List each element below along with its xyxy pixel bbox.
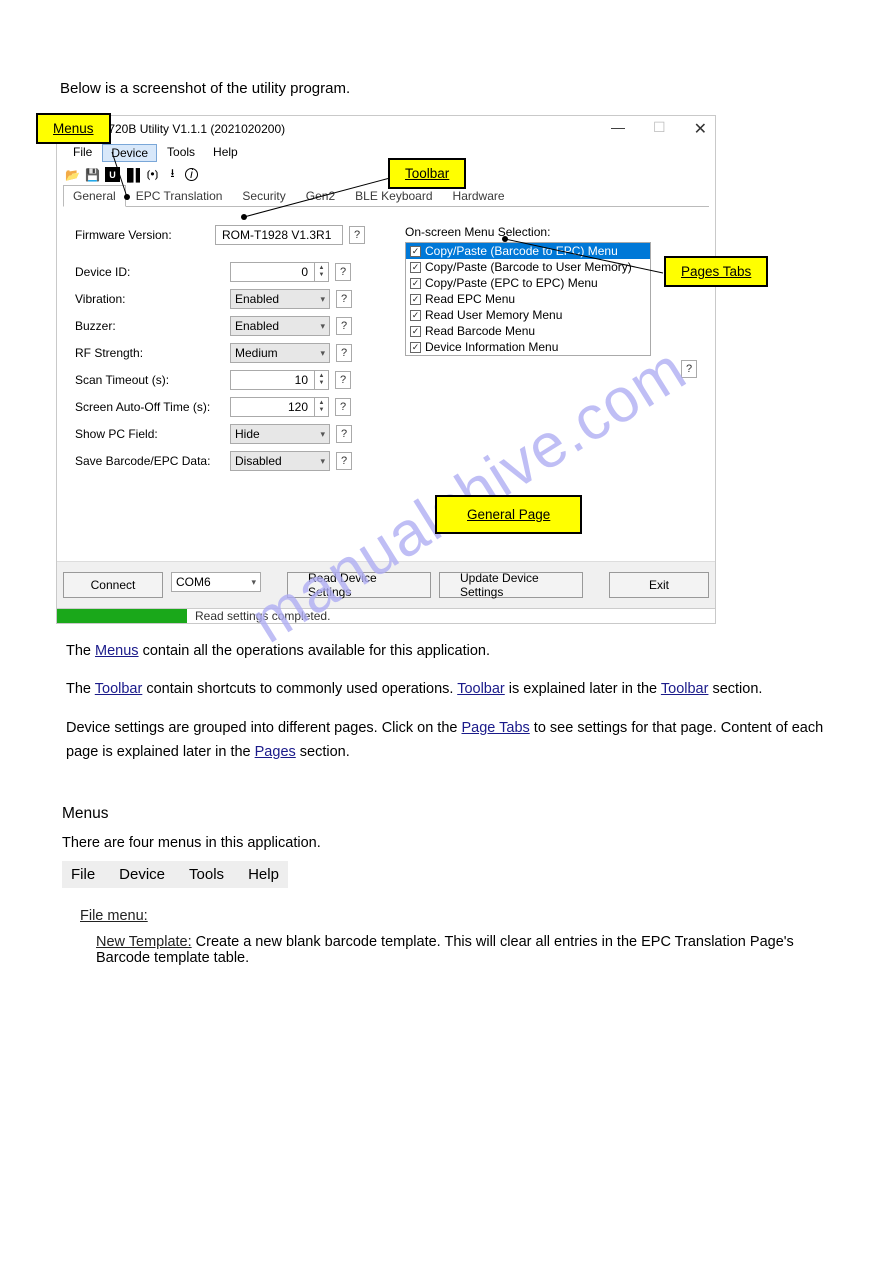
menu-device: Device [119, 866, 165, 883]
new-template-desc: New Template: Create a new blank barcode… [96, 934, 845, 966]
callout-general-page: General Page [435, 495, 582, 534]
menu-tools: Tools [189, 866, 224, 883]
file-menu-header: File menu: [80, 908, 845, 924]
body-paragraph: Device settings are grouped into differe… [66, 717, 827, 765]
callout-pages-tabs: Pages Tabs [664, 256, 768, 287]
section-intro: There are four menus in this application… [62, 835, 845, 851]
callout-menus: Menus [36, 113, 111, 144]
section-header-menus: Menus [62, 805, 845, 823]
callout-toolbar: Toolbar [388, 158, 466, 189]
menu-help: Help [248, 866, 279, 883]
menu-file: File [71, 866, 95, 883]
menustrip-sample: File Device Tools Help [62, 861, 288, 888]
